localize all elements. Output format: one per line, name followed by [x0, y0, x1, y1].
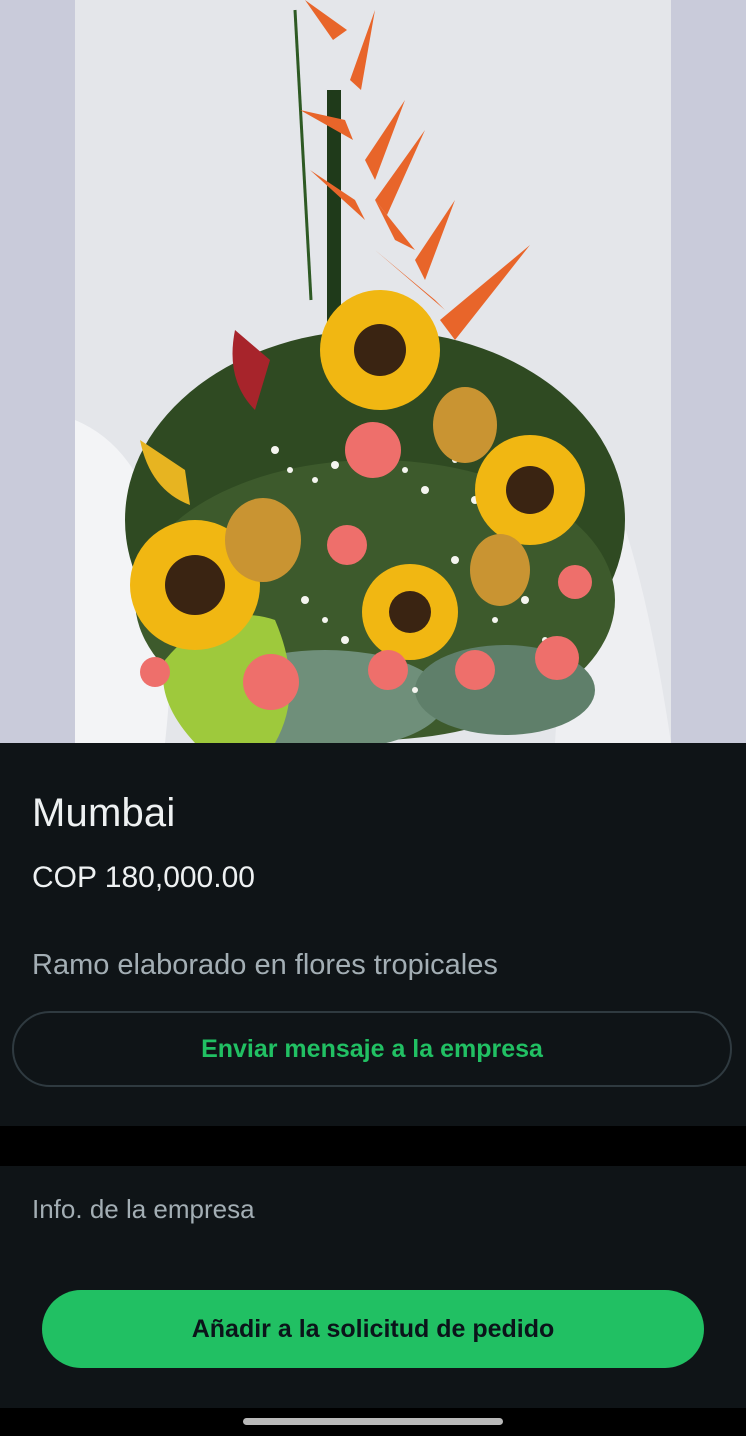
product-photo[interactable]: [75, 0, 671, 743]
business-info-link[interactable]: Info. de la empresa: [32, 1194, 255, 1225]
product-description: Ramo elaborado en flores tropicales: [32, 949, 498, 981]
product-image-area[interactable]: [0, 0, 746, 743]
section-divider: [0, 1126, 746, 1166]
home-indicator[interactable]: [243, 1418, 503, 1425]
system-nav-bar: [0, 1408, 746, 1436]
business-info-section: Info. de la empresa Añadir a la solicitu…: [0, 1166, 746, 1408]
product-title: Mumbai: [32, 791, 176, 835]
product-price: COP 180,000.00: [32, 861, 255, 894]
product-info-panel: Mumbai COP 180,000.00 Ramo elaborado en …: [0, 743, 746, 1126]
product-detail-screen: Mumbai COP 180,000.00 Ramo elaborado en …: [0, 0, 746, 1436]
message-business-button[interactable]: Enviar mensaje a la empresa: [12, 1011, 732, 1087]
add-to-order-button[interactable]: Añadir a la solicitud de pedido: [42, 1290, 704, 1368]
flower-arrangement-illustration: [75, 0, 671, 743]
